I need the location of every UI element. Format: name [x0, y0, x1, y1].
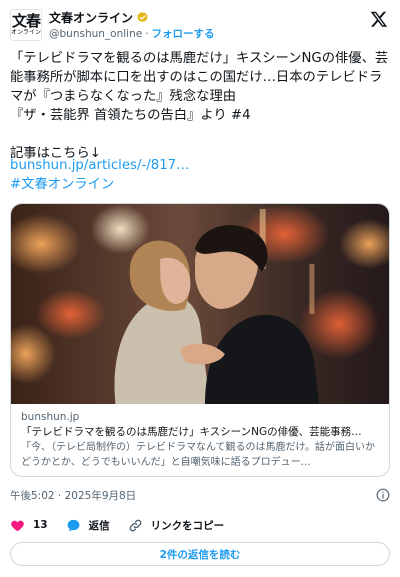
article-link[interactable]: bunshun.jp/articles/-/817… [10, 156, 189, 175]
like-count: 13 [33, 519, 48, 531]
avatar[interactable]: 文春 オンライン [10, 9, 42, 41]
card-description: 「今、（テレビ局制作の）テレビドラマなんて観るのは馬鹿だけ。話が面白いかどうかと… [21, 442, 375, 468]
copy-link-label: リンクをコピー [150, 519, 225, 532]
tweet-header: 文春 オンライン 文春オンライン @bunshun_online · フォローす… [10, 8, 390, 42]
card-domain: bunshun.jp [21, 411, 80, 423]
like-button[interactable]: 13 [10, 518, 48, 533]
timestamp-row: 午後5:02 · 2025年9月8日 [10, 486, 390, 504]
info-icon[interactable] [376, 488, 390, 502]
tweet-timestamp[interactable]: 午後5:02 · 2025年9月8日 [10, 488, 136, 503]
author-handle[interactable]: @bunshun_online [49, 28, 142, 40]
verified-badge-icon [137, 11, 148, 23]
heart-icon [11, 520, 24, 531]
reply-bubble-icon [67, 519, 80, 531]
author-info: 文春オンライン @bunshun_online · フォローする [49, 9, 215, 41]
x-logo-icon[interactable] [370, 10, 388, 28]
avatar-logo-subtext: オンライン [11, 28, 42, 36]
hashtag-link[interactable]: #文春オンライン [10, 175, 114, 194]
reply-label: 返信 [88, 519, 110, 532]
follow-button[interactable]: フォローする [152, 26, 215, 41]
separator-dot: · [145, 27, 149, 40]
link-icon [129, 519, 141, 531]
tweet-actions: 13 返信 リンクをコピー [10, 514, 242, 536]
link-preview-card[interactable]: bunshun.jp 「テレビドラマを観るのは馬鹿だけ」キスシーンNGの俳優、芸… [10, 203, 390, 477]
card-title: 「テレビドラマを観るのは馬鹿だけ」キスシーンNGの俳優、芸能事務… [21, 426, 362, 438]
reply-button[interactable]: 返信 [66, 518, 110, 533]
read-replies-button[interactable]: 2件の返信を読む [10, 542, 390, 566]
copy-link-button[interactable]: リンクをコピー [128, 518, 225, 533]
card-image [11, 204, 389, 404]
author-display-name[interactable]: 文春オンライン [49, 9, 133, 26]
avatar-logo-text: 文春 [11, 11, 41, 30]
tweet-text: 「テレビドラマを観るのは馬鹿だけ」キスシーンNGの俳優、芸能事務所が脚本に口を出… [10, 51, 389, 161]
